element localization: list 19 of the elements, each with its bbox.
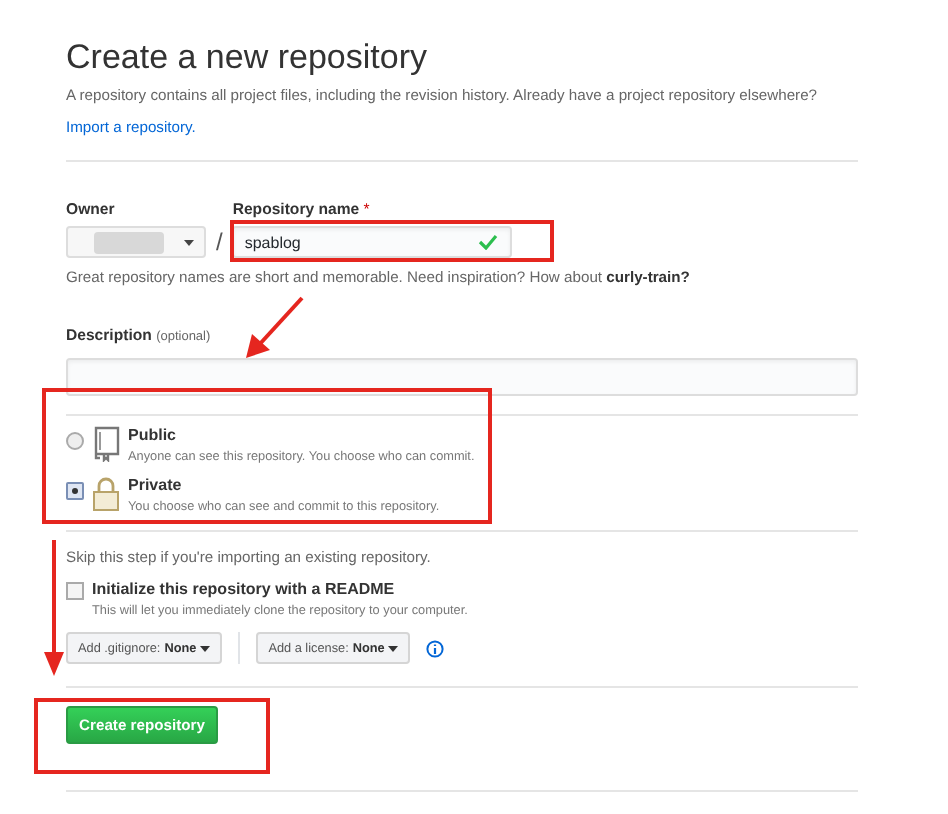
lock-icon	[92, 476, 120, 512]
book-icon	[92, 426, 120, 462]
visibility-label: Private	[128, 476, 184, 496]
arrow-icon	[242, 294, 306, 362]
blurred-owner-icon	[94, 231, 164, 253]
repo-name-field[interactable]: spablog	[232, 226, 513, 258]
slash-separator: /	[216, 228, 223, 256]
radio-button[interactable]	[66, 482, 84, 500]
checkbox[interactable]	[66, 582, 84, 600]
description-field[interactable]	[66, 358, 858, 396]
caret-icon	[388, 645, 399, 651]
caret-icon	[200, 645, 211, 651]
visibility-label: Public	[128, 426, 179, 446]
arrow-icon	[44, 540, 64, 676]
info-icon[interactable]	[426, 639, 445, 657]
readme-label: Initialize this repository with a README	[92, 580, 397, 600]
radio-button[interactable]	[66, 432, 84, 450]
caret-icon	[184, 239, 194, 245]
page-title: Create a new repository	[66, 36, 429, 78]
